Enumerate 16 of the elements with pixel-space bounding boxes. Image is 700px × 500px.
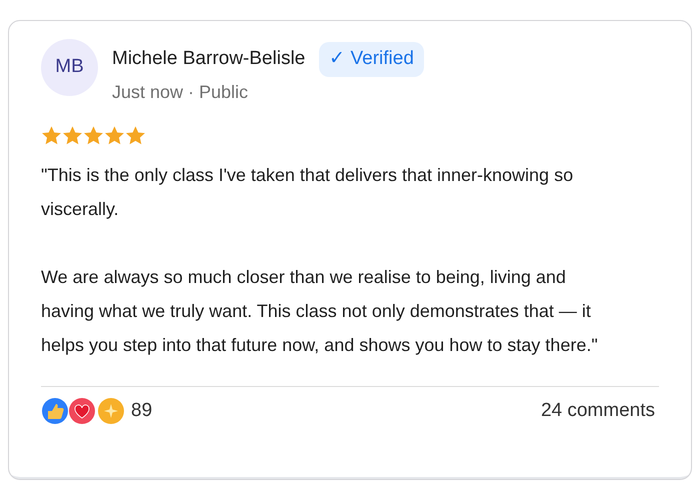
comments-link[interactable]: 24 comments [540,396,659,425]
star-icon [125,125,146,146]
review-paragraph: We are always so much closer than we realise to being, living and having what we truly want. This class not only demonstrates that — it helps you step into that future now, and shows you how to stay there." [41,266,599,357]
reaction-count: 89 [131,398,152,422]
like-reaction-icon [41,396,69,425]
star-icon [62,125,83,146]
star-icon [104,125,125,146]
heart-reaction-icon [68,396,96,425]
sparkle-reaction-icon [97,396,125,425]
review-paragraph: "This is the only class I've taken that delivers that inner-knowing so viscerally. [41,164,574,221]
author-name: Michele Barrow-Belisle [112,47,306,71]
post-meta: Just now · Public [112,80,250,104]
verified-badge: ✓ Verified [319,42,424,76]
avatar: MB [41,39,98,96]
star-icon [41,125,62,146]
star-icon [83,125,104,146]
